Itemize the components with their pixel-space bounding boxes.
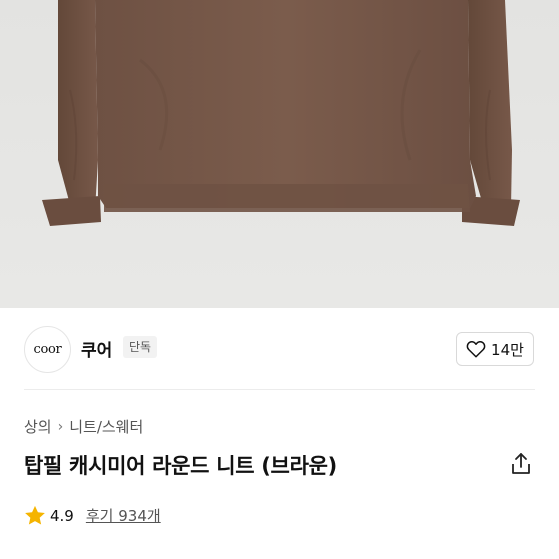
divider (24, 389, 535, 390)
brand-row[interactable]: coor 쿠어 단독 14만 (0, 308, 559, 390)
like-count: 14만 (491, 340, 524, 359)
sweater-illustration (42, 0, 520, 226)
rating-score: 4.9 (50, 506, 74, 525)
heart-outline-icon (466, 341, 486, 358)
share-button[interactable] (510, 452, 532, 476)
star-icon (25, 505, 45, 525)
breadcrumb-subcategory[interactable]: 니트/스웨터 (69, 416, 143, 437)
rating-row: 4.9 후기 934개 (24, 505, 161, 526)
breadcrumb-category[interactable]: 상의 (24, 416, 52, 437)
product-image[interactable] (0, 0, 559, 308)
product-title: 탑필 캐시미어 라운드 니트 (브라운) (24, 454, 337, 478)
chevron-right-icon: › (57, 418, 64, 435)
breadcrumb: 상의 › 니트/스웨터 (24, 416, 143, 437)
brand-logo[interactable]: coor (24, 326, 71, 373)
review-count-link[interactable]: 후기 934개 (86, 505, 161, 526)
brand-name[interactable]: 쿠어 (81, 336, 112, 361)
like-button[interactable]: 14만 (456, 332, 534, 366)
share-icon (512, 453, 530, 474)
exclusive-badge: 단독 (123, 336, 158, 358)
